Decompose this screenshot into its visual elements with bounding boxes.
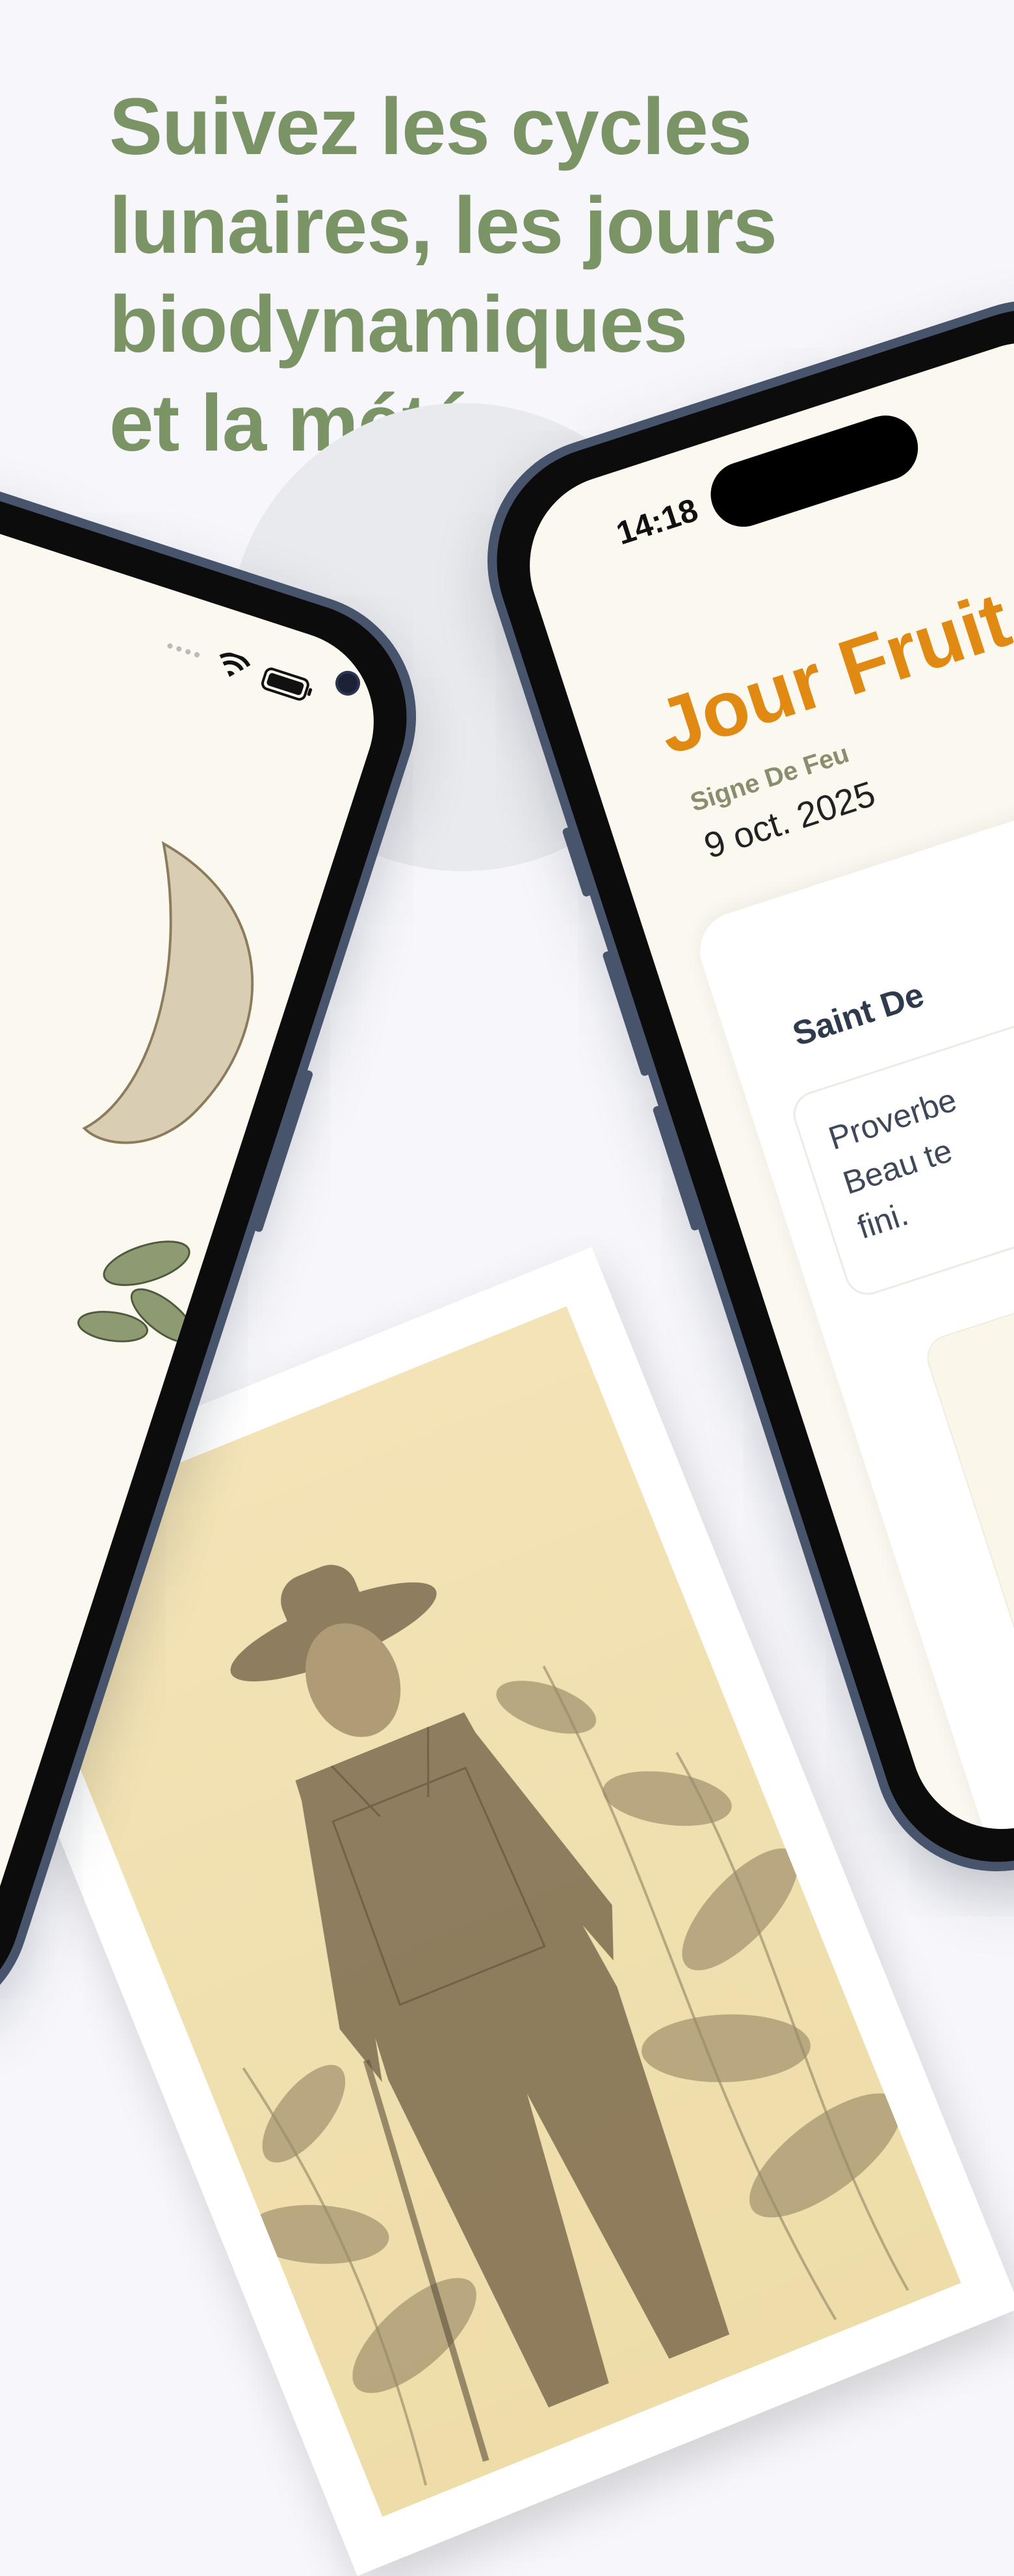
headline-line-2: lunaires, les jours xyxy=(109,181,777,270)
saint-of-day: Saint De xyxy=(788,975,929,1054)
proverb-card: Proverbe Beau te fini. xyxy=(787,917,1014,1301)
dynamic-island xyxy=(702,407,927,536)
status-time: 14:18 xyxy=(612,491,703,552)
day-type-title: Jour Fruit xyxy=(647,575,1014,771)
headline-line-1: Suivez les cycles xyxy=(109,83,752,172)
headline-line-3: biodynamiques xyxy=(109,280,688,369)
